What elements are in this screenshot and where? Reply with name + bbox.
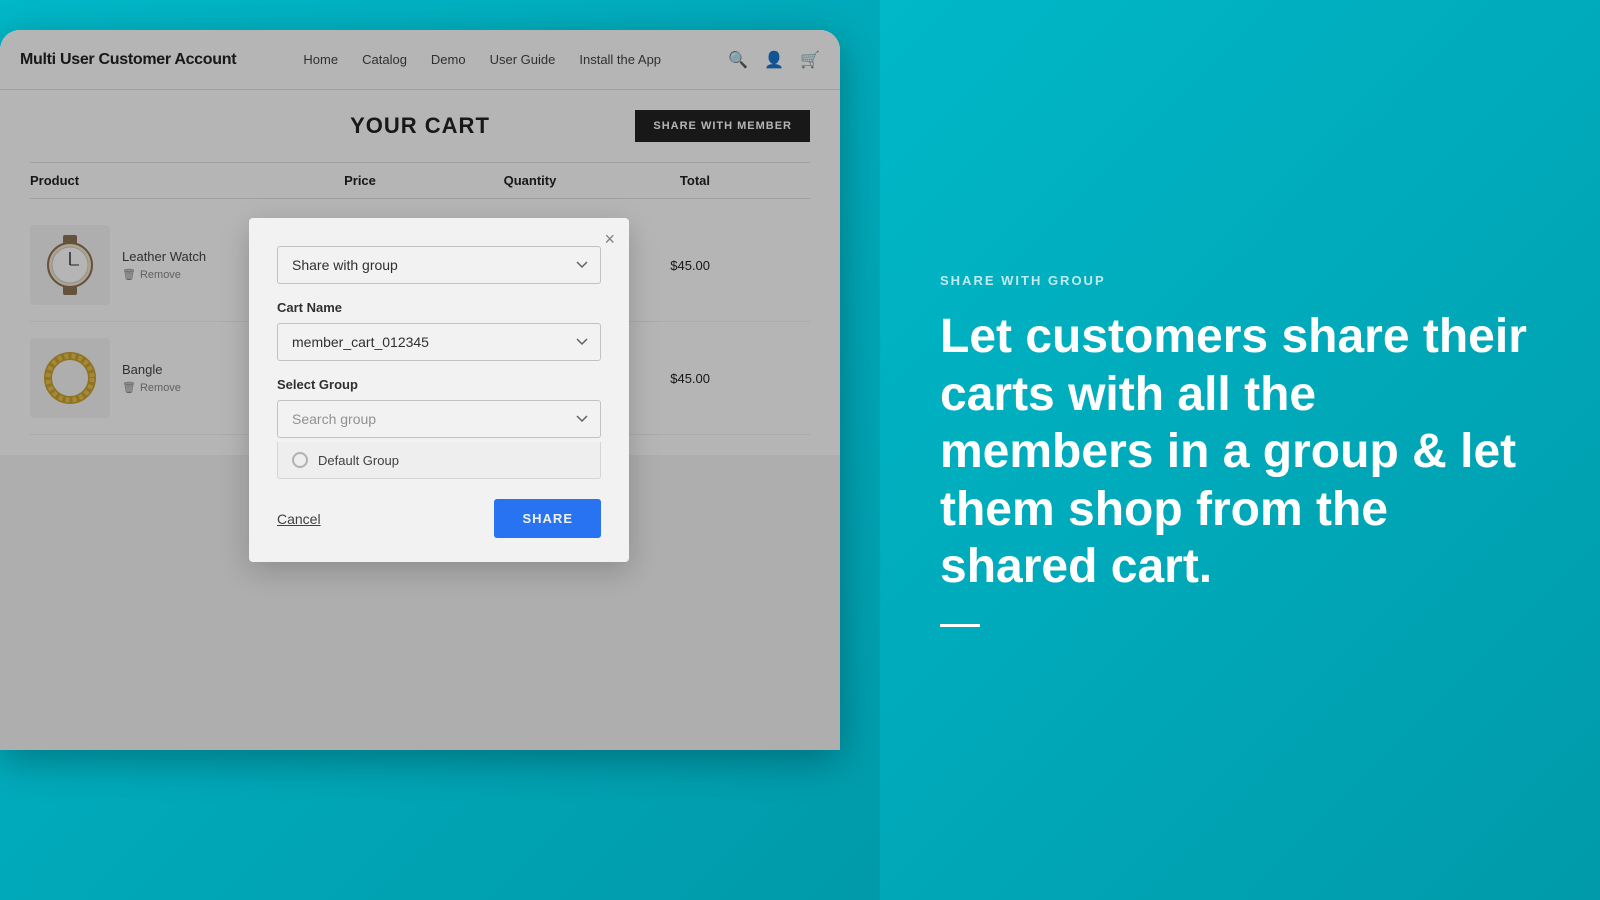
cart-name-select[interactable]: member_cart_012345: [277, 323, 601, 361]
right-subtitle: SHARE WITH GROUP: [940, 273, 1540, 288]
laptop-mockup: Multi User Customer Account Home Catalog…: [0, 30, 840, 750]
cancel-button[interactable]: Cancel: [277, 511, 321, 527]
select-group-label: Select Group: [277, 377, 601, 392]
cart-name-label: Cart Name: [277, 300, 601, 315]
action-select[interactable]: Share with group: [277, 246, 601, 284]
right-divider: [940, 624, 980, 627]
share-group-modal: × Share with group Cart Name member_cart…: [249, 218, 629, 562]
radio-default-group[interactable]: [292, 452, 308, 468]
right-title: Let customers share their carts with all…: [940, 308, 1540, 596]
modal-buttons: Cancel SHARE: [277, 499, 601, 538]
group-option-default[interactable]: Default Group: [278, 442, 600, 478]
right-panel: SHARE WITH GROUP Let customers share the…: [880, 0, 1600, 900]
left-panel: Multi User Customer Account Home Catalog…: [0, 0, 880, 900]
share-button[interactable]: SHARE: [494, 499, 601, 538]
store-ui: Multi User Customer Account Home Catalog…: [0, 30, 840, 750]
group-search-select[interactable]: Search group: [277, 400, 601, 438]
modal-close-button[interactable]: ×: [604, 230, 615, 248]
group-dropdown: Default Group: [277, 442, 601, 479]
default-group-label: Default Group: [318, 453, 399, 468]
